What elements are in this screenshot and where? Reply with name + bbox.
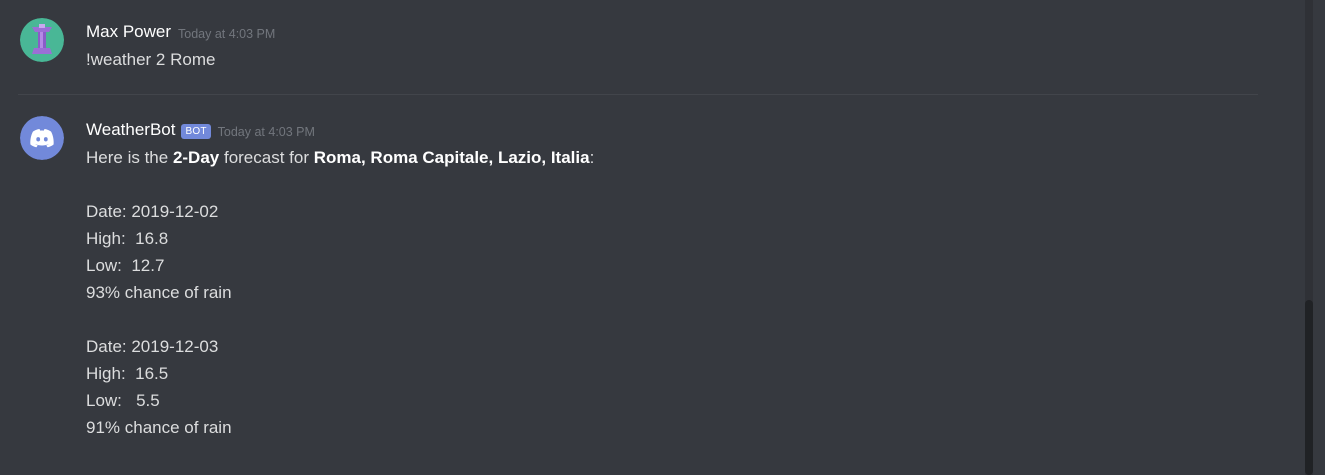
message-content: Max Power Today at 4:03 PM !weather 2 Ro… <box>86 18 1265 73</box>
scrollbar-thumb[interactable] <box>1305 300 1313 475</box>
forecast-low: Low: 12.7 <box>86 256 165 275</box>
user-avatar[interactable] <box>20 18 64 62</box>
forecast-days: 2-Day <box>172 148 220 167</box>
forecast-high: High: 16.5 <box>86 364 169 383</box>
intro-suffix: : <box>589 148 595 167</box>
message-text: !weather 2 Rome <box>86 50 216 69</box>
intro-prefix: Here is the <box>86 148 173 167</box>
message-content: WeatherBot BOT Today at 4:03 PM Here is … <box>86 116 1265 441</box>
forecast-day: Date: 2019-12-02 High: 16.8 Low: 12.7 93… <box>86 198 1265 306</box>
forecast-intro: Here is the 2-Day forecast for Roma, Rom… <box>86 144 1265 171</box>
message-header: Max Power Today at 4:03 PM <box>86 18 1265 46</box>
message-divider <box>18 94 1258 95</box>
username[interactable]: WeatherBot <box>86 116 175 144</box>
intro-middle: forecast for <box>219 148 314 167</box>
bot-avatar[interactable] <box>20 116 64 160</box>
bot-badge: BOT <box>181 123 211 139</box>
forecast-rain: 93% chance of rain <box>86 283 232 302</box>
chat-messages: Max Power Today at 4:03 PM !weather 2 Ro… <box>0 0 1325 475</box>
discord-logo-icon <box>20 116 64 160</box>
forecast-rain: 91% chance of rain <box>86 418 232 437</box>
username[interactable]: Max Power <box>86 18 171 46</box>
message-timestamp: Today at 4:03 PM <box>178 27 276 41</box>
tower-avatar-icon <box>20 18 64 62</box>
forecast-date: Date: 2019-12-03 <box>86 337 219 356</box>
forecast-day: Date: 2019-12-03 High: 16.5 Low: 5.5 91%… <box>86 333 1265 441</box>
message-timestamp: Today at 4:03 PM <box>217 125 315 139</box>
forecast-low: Low: 5.5 <box>86 391 160 410</box>
forecast-date: Date: 2019-12-02 <box>86 202 219 221</box>
message-header: WeatherBot BOT Today at 4:03 PM <box>86 116 1265 144</box>
forecast-high: High: 16.8 <box>86 229 169 248</box>
forecast-location: Roma, Roma Capitale, Lazio, Italia <box>313 148 590 167</box>
